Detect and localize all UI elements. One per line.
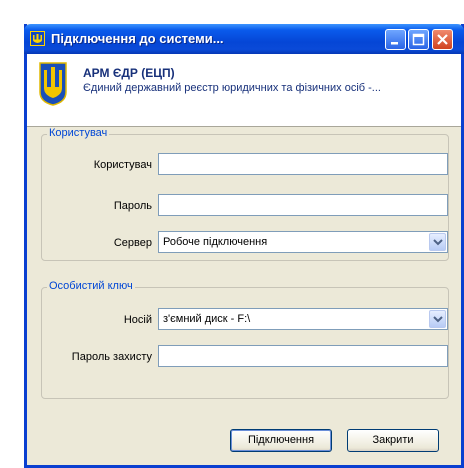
title-bar[interactable]: Підключення до системи... <box>24 24 464 54</box>
carrier-select[interactable]: з'ємний диск - F:\ <box>158 308 448 330</box>
user-group-legend: Користувач <box>47 127 110 139</box>
password-input[interactable] <box>158 194 448 216</box>
carrier-label: Носій <box>123 314 152 326</box>
key-group: Особистий ключ <box>41 280 449 399</box>
carrier-select-value: з'ємний диск - F:\ <box>163 313 251 325</box>
server-select[interactable]: Робоче підключення <box>158 231 448 253</box>
close-icon <box>437 34 448 45</box>
user-input[interactable] <box>158 153 448 175</box>
close-window-button[interactable] <box>432 29 453 50</box>
chevron-down-icon <box>433 316 443 323</box>
maximize-button[interactable] <box>408 29 429 50</box>
protect-password-label: Пароль захисту <box>71 351 152 363</box>
minimize-button[interactable] <box>385 29 406 50</box>
carrier-dropdown-button[interactable] <box>429 310 446 328</box>
app-description: Єдиний державний реєстр юридичних та фіз… <box>83 82 381 94</box>
dialog-header: АРМ ЄДР (ЕЦП) Єдиний державний реєстр юр… <box>27 54 461 127</box>
server-select-value: Робоче підключення <box>163 236 268 248</box>
user-label: Користувач <box>93 159 152 171</box>
server-dropdown-button[interactable] <box>429 233 446 251</box>
connect-button[interactable]: Підключення <box>230 429 332 452</box>
trident-logo <box>39 62 67 106</box>
minimize-icon <box>391 42 398 45</box>
login-dialog: Підключення до системи... АРМ ЄДР (ЕЦП) … <box>24 24 464 468</box>
close-button[interactable]: Закрити <box>347 429 439 452</box>
app-name: АРМ ЄДР (ЕЦП) <box>83 66 175 80</box>
chevron-down-icon <box>433 239 443 246</box>
window-title: Підключення до системи... <box>51 31 224 46</box>
key-group-legend: Особистий ключ <box>47 280 135 292</box>
trident-icon <box>30 31 45 46</box>
server-label: Сервер <box>113 237 152 249</box>
protect-password-input[interactable] <box>158 345 448 367</box>
password-label: Пароль <box>113 200 152 212</box>
maximize-icon <box>412 33 425 46</box>
